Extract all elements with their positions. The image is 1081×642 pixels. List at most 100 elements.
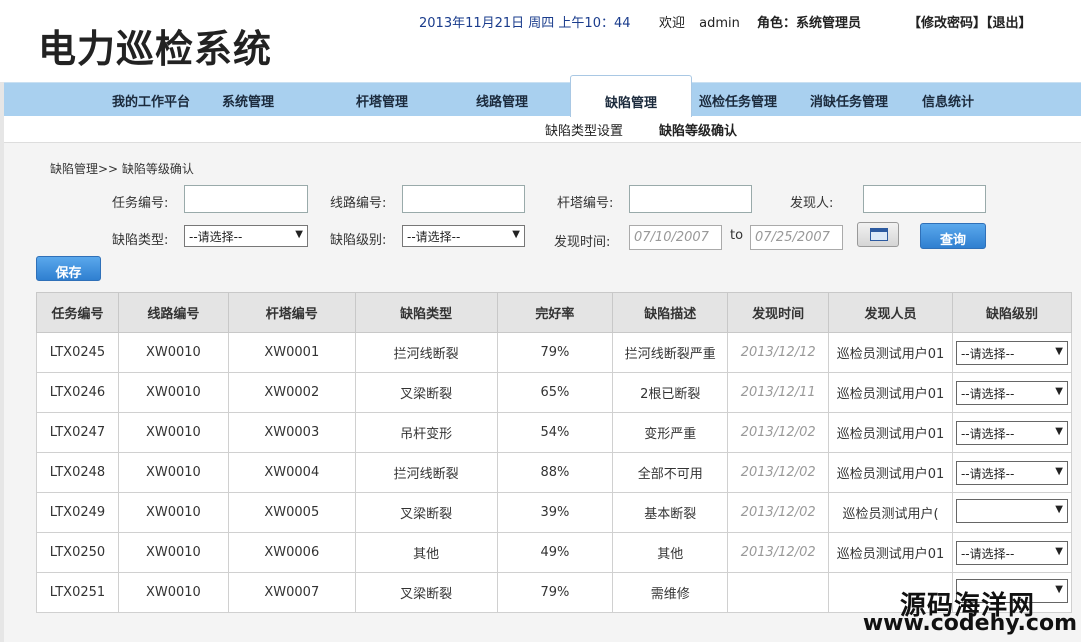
defect-type-select[interactable]: --请选择-- ▼ bbox=[184, 225, 308, 247]
defect-level-row-select[interactable]: --请选择-- ▼ bbox=[955, 460, 1068, 485]
cell-defect-level: --请选择-- ▼ bbox=[951, 412, 1073, 453]
nav-statistics[interactable]: 信息统计 bbox=[922, 91, 974, 110]
col-found-time[interactable]: 发现时间 bbox=[727, 292, 830, 333]
defect-level-row-select[interactable]: --请选择-- ▼ bbox=[955, 380, 1068, 405]
chevron-down-icon: ▼ bbox=[295, 229, 303, 240]
cell-found-time: 2013/12/02 bbox=[727, 412, 830, 453]
cell-defect-type: 拦河线断裂 bbox=[354, 452, 498, 493]
cell-defect-level: ▼ bbox=[951, 492, 1073, 533]
chevron-down-icon: ▼ bbox=[512, 229, 520, 240]
cell-finder: 巡检员测试用户( bbox=[828, 492, 953, 533]
cell-task-no: LTX0250 bbox=[36, 532, 119, 573]
col-task-no[interactable]: 任务编号 bbox=[36, 292, 119, 333]
cell-tower-no: XW0004 bbox=[227, 452, 356, 493]
query-button[interactable]: 查询 bbox=[920, 223, 986, 249]
cell-integrity-rate: 39% bbox=[496, 492, 614, 533]
cell-tower-no: XW0002 bbox=[227, 372, 356, 413]
cell-defect-type: 叉梁断裂 bbox=[354, 372, 498, 413]
defect-level-row-select[interactable]: --请选择-- ▼ bbox=[955, 420, 1068, 445]
logout-link[interactable]: 【退出】 bbox=[986, 16, 1032, 31]
cell-task-no: LTX0251 bbox=[36, 572, 119, 613]
cell-task-no: LTX0247 bbox=[36, 412, 119, 453]
calendar-button[interactable] bbox=[857, 222, 899, 247]
chevron-down-icon: ▼ bbox=[1055, 503, 1063, 515]
app-title: 电力巡检系统 bbox=[38, 27, 273, 71]
nav-line-management[interactable]: 线路管理 bbox=[476, 91, 528, 110]
change-password-link[interactable]: 【修改密码】 bbox=[908, 16, 986, 31]
nav-inspection-task[interactable]: 巡检任务管理 bbox=[699, 91, 777, 110]
cell-tower-no: XW0001 bbox=[227, 332, 356, 373]
date-to-input[interactable]: 07/25/2007 bbox=[750, 225, 843, 250]
finder-label: 发现人: bbox=[790, 196, 834, 211]
finder-input[interactable] bbox=[863, 185, 986, 213]
defect-level-row-select[interactable]: ▼ bbox=[955, 498, 1068, 523]
cell-integrity-rate: 79% bbox=[496, 332, 614, 373]
task-no-input[interactable] bbox=[184, 185, 308, 213]
cell-found-time: 2013/12/12 bbox=[727, 332, 830, 373]
cell-finder: 巡检员测试用户01 bbox=[828, 532, 953, 573]
welcome: 欢迎 admin bbox=[659, 12, 740, 31]
role-value: 系统管理员 bbox=[796, 16, 862, 31]
cell-line-no: XW0010 bbox=[117, 452, 229, 493]
defect-level-select[interactable]: --请选择-- ▼ bbox=[402, 225, 525, 247]
save-button[interactable]: 保存 bbox=[36, 256, 101, 281]
cell-tower-no: XW0007 bbox=[227, 572, 356, 613]
subnav-defect-type-settings[interactable]: 缺陷类型设置 bbox=[545, 120, 623, 139]
cell-defect-desc: 需维修 bbox=[612, 572, 729, 613]
defect-level-row-select[interactable]: --请选择-- ▼ bbox=[955, 540, 1068, 565]
nav-tower-management[interactable]: 杆塔管理 bbox=[356, 91, 408, 110]
cell-defect-desc: 拦河线断裂严重 bbox=[612, 332, 729, 373]
col-defect-type[interactable]: 缺陷类型 bbox=[354, 292, 498, 333]
defect-type-select-value: --请选择-- bbox=[189, 230, 243, 244]
cell-found-time: 2013/12/11 bbox=[727, 372, 830, 413]
cell-tower-no: XW0005 bbox=[227, 492, 356, 533]
subnav-defect-level-confirm[interactable]: 缺陷等级确认 bbox=[659, 120, 737, 139]
col-defect-desc[interactable]: 缺陷描述 bbox=[612, 292, 729, 333]
cell-defect-type: 拦河线断裂 bbox=[354, 332, 498, 373]
col-defect-level[interactable]: 缺陷级别 bbox=[951, 292, 1073, 333]
nav-defect-management[interactable]: 缺陷管理 bbox=[570, 75, 692, 117]
col-finder[interactable]: 发现人员 bbox=[828, 292, 953, 333]
cell-integrity-rate: 88% bbox=[496, 452, 614, 493]
defect-level-row-select[interactable]: --请选择-- ▼ bbox=[955, 340, 1068, 365]
line-no-label: 线路编号: bbox=[330, 196, 387, 211]
select-value: --请选择-- bbox=[960, 466, 1015, 481]
cell-task-no: LTX0245 bbox=[36, 332, 119, 373]
breadcrumb: 缺陷管理>> 缺陷等级确认 bbox=[50, 162, 194, 176]
cell-integrity-rate: 65% bbox=[496, 372, 614, 413]
chevron-down-icon: ▼ bbox=[1055, 545, 1063, 557]
col-line-no[interactable]: 线路编号 bbox=[117, 292, 229, 333]
defect-table: 任务编号 线路编号 杆塔编号 缺陷类型 完好率 缺陷描述 发现时间 发现人员 缺… bbox=[36, 292, 1073, 613]
cell-defect-desc: 全部不可用 bbox=[612, 452, 729, 493]
select-value: --请选择-- bbox=[960, 546, 1015, 561]
nav-elimination-task[interactable]: 消缺任务管理 bbox=[810, 91, 888, 110]
date-from-input[interactable]: 07/10/2007 bbox=[629, 225, 722, 250]
cell-defect-level: --请选择-- ▼ bbox=[951, 532, 1073, 573]
cell-defect-type: 吊杆变形 bbox=[354, 412, 498, 453]
cell-finder: 巡检员测试用户01 bbox=[828, 332, 953, 373]
cell-tower-no: XW0006 bbox=[227, 532, 356, 573]
table-row: LTX0247 XW0010 XW0003 吊杆变形 54% 变形严重 2013… bbox=[36, 412, 1073, 453]
cell-line-no: XW0010 bbox=[117, 372, 229, 413]
cell-integrity-rate: 54% bbox=[496, 412, 614, 453]
table-row: LTX0246 XW0010 XW0002 叉梁断裂 65% 2根已断裂 201… bbox=[36, 372, 1073, 413]
line-no-input[interactable] bbox=[402, 185, 525, 213]
table-row: LTX0248 XW0010 XW0004 拦河线断裂 88% 全部不可用 20… bbox=[36, 452, 1073, 493]
select-value: --请选择-- bbox=[960, 346, 1015, 361]
col-tower-no[interactable]: 杆塔编号 bbox=[227, 292, 356, 333]
cell-task-no: LTX0246 bbox=[36, 372, 119, 413]
cell-defect-type: 叉梁断裂 bbox=[354, 492, 498, 533]
chevron-down-icon: ▼ bbox=[1055, 385, 1063, 397]
cell-found-time: 2013/12/02 bbox=[727, 452, 830, 493]
col-integrity-rate[interactable]: 完好率 bbox=[496, 292, 614, 333]
nav-system-management[interactable]: 系统管理 bbox=[222, 91, 274, 110]
nav-my-workbench[interactable]: 我的工作平台 bbox=[112, 91, 190, 110]
watermark-url: www.codehy.com bbox=[862, 611, 1077, 636]
cell-found-time: 2013/12/02 bbox=[727, 532, 830, 573]
table-row: LTX0245 XW0010 XW0001 拦河线断裂 79% 拦河线断裂严重 … bbox=[36, 332, 1073, 373]
cell-line-no: XW0010 bbox=[117, 492, 229, 533]
cell-defect-desc: 2根已断裂 bbox=[612, 372, 729, 413]
cell-defect-desc: 其他 bbox=[612, 532, 729, 573]
tower-no-input[interactable] bbox=[629, 185, 752, 213]
cell-found-time: 2013/12/02 bbox=[727, 492, 830, 533]
